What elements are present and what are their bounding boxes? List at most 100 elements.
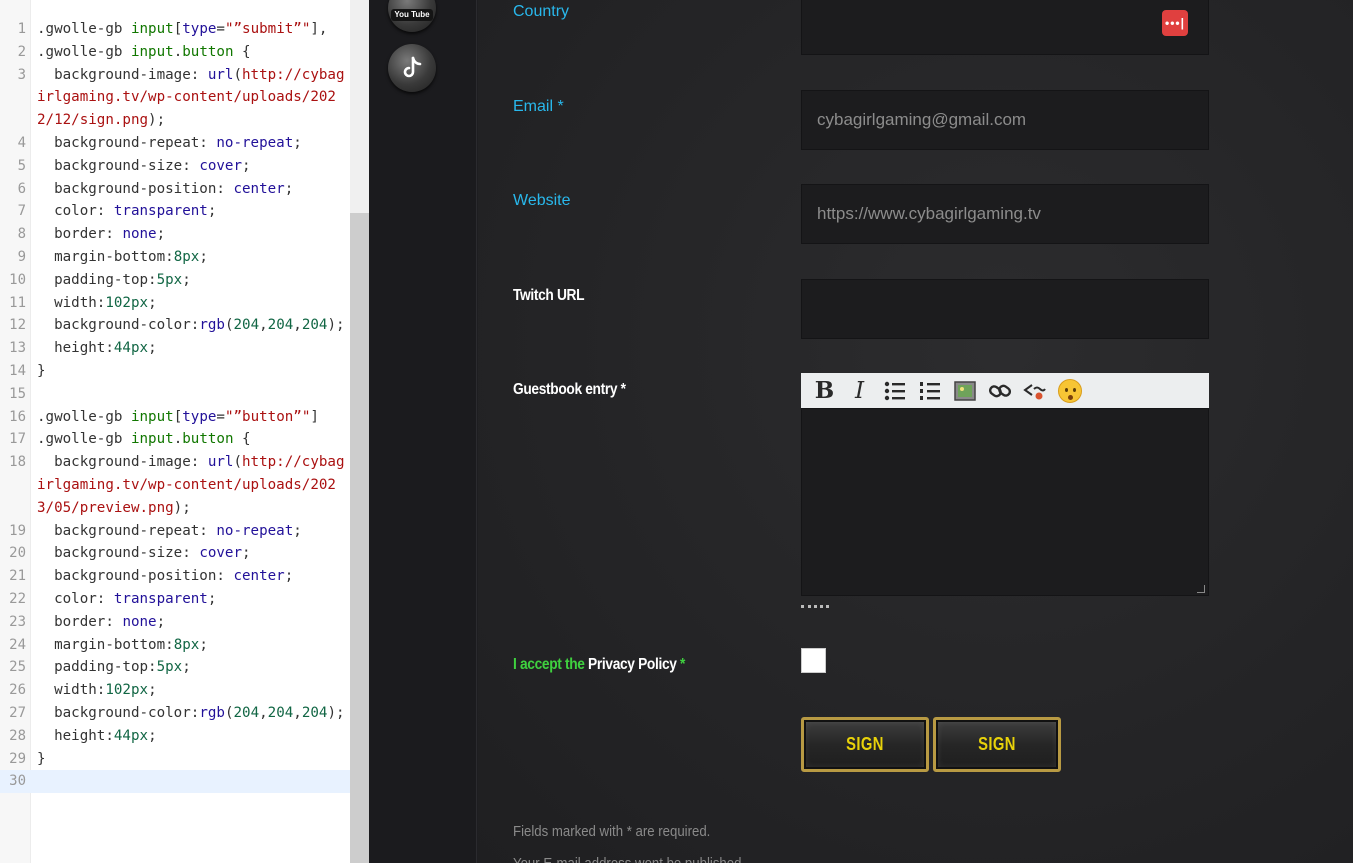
code-line[interactable]: 12 background-color:rgb(204,204,204); (0, 314, 350, 337)
sign-preview-label: SIGN (978, 734, 1016, 754)
bullet-list-icon (884, 381, 905, 400)
sign-preview-button[interactable]: SIGN (933, 717, 1061, 772)
email-privacy-note: Your E-mail address wont be published. (513, 855, 745, 863)
code-line[interactable]: 3 background-image: url(http://cybagirlg… (0, 64, 350, 132)
format-toggle-link[interactable] (801, 605, 829, 611)
line-number: 29 (9, 750, 26, 767)
privacy-label: I accept the Privacy Policy * (513, 656, 685, 674)
code-line[interactable]: 21 background-position: center; (0, 565, 350, 588)
twitch-url-field[interactable] (801, 279, 1209, 339)
line-number: 9 (17, 248, 26, 265)
line-number: 19 (9, 522, 26, 539)
line-number: 3 (17, 66, 26, 83)
image-button[interactable] (947, 373, 982, 408)
password-manager-badge-icon[interactable]: •••| (1162, 10, 1188, 36)
code-line[interactable]: 10 padding-top:5px; (0, 269, 350, 292)
code-line[interactable]: 14} (0, 360, 350, 383)
line-number: 24 (9, 636, 26, 653)
code-line[interactable]: 7 color: transparent; (0, 200, 350, 223)
numbered-list-icon (919, 381, 940, 400)
code-line[interactable]: 11 width:102px; (0, 292, 350, 315)
social-sidebar: You Tube (369, 0, 477, 863)
code-text: width:102px; (37, 682, 157, 699)
code-text: border: none; (37, 226, 166, 243)
code-line[interactable]: 9 margin-bottom:8px; (0, 246, 350, 269)
editor-scrollbar[interactable] (350, 0, 369, 863)
code-text: padding-top:5px; (37, 659, 191, 676)
tiktok-icon[interactable] (388, 44, 436, 92)
code-area[interactable]: 1 .gwolle-gb input[type="”submit”"], 2 .gwo… (0, 18, 350, 794)
code-line[interactable]: 28 height:44px; (0, 725, 350, 748)
code-line[interactable]: 30​ (0, 770, 350, 794)
numbered-list-button[interactable] (912, 373, 947, 408)
bullet-list-button[interactable] (877, 373, 912, 408)
privacy-required-star: * (676, 656, 686, 673)
code-text: background-color:rgb(204,204,204); (37, 704, 345, 721)
editor-toolbar: B I (801, 373, 1209, 408)
code-text: .gwolle-gb input[type="”submit”"], (37, 21, 328, 37)
code-line[interactable]: 6 background-position: center; (0, 178, 350, 201)
code-line[interactable]: 19 background-repeat: no-repeat; (0, 520, 350, 543)
code-line[interactable]: 16 .gwolle-gb input[type="”button”"] (0, 406, 350, 429)
code-line[interactable]: 17 .gwolle-gb input.button { (0, 428, 350, 451)
bold-button[interactable]: B (807, 373, 842, 408)
code-line[interactable]: 18 background-image: url(http://cybagirl… (0, 451, 350, 519)
css-code-editor[interactable]: 1 .gwolle-gb input[type="”submit”"], 2 .gwo… (0, 0, 369, 863)
image-icon (953, 380, 976, 401)
country-label: Country (513, 3, 570, 20)
email-field[interactable]: cybagirlgaming@gmail.com (801, 90, 1209, 150)
country-field[interactable]: •••| (801, 0, 1209, 55)
line-number: 7 (17, 203, 26, 220)
line-number: 28 (9, 727, 26, 744)
youtube-icon[interactable]: You Tube (388, 0, 436, 32)
line-number: 21 (9, 568, 26, 585)
code-line[interactable]: 25 padding-top:5px; (0, 656, 350, 679)
line-number: 5 (17, 157, 26, 174)
code-line[interactable]: 15​ (0, 383, 350, 406)
guestbook-entry-textarea[interactable] (801, 408, 1209, 596)
line-number: 12 (9, 317, 26, 334)
line-number: 23 (9, 613, 26, 630)
privacy-policy-link[interactable]: Privacy Policy (588, 656, 677, 673)
code-line[interactable]: 2 .gwolle-gb input.button { (0, 41, 350, 64)
line-number: 16 (9, 408, 26, 425)
line-number: 6 (17, 180, 26, 197)
website-value: https://www.cybagirlgaming.tv (817, 204, 1041, 223)
sign-submit-label: SIGN (846, 734, 884, 754)
line-number: 20 (9, 545, 26, 562)
code-text: padding-top:5px; (37, 271, 191, 288)
link-button[interactable] (982, 373, 1017, 408)
code-icon (1022, 383, 1046, 399)
code-line[interactable]: 29} (0, 748, 350, 771)
code-button[interactable] (1017, 373, 1052, 408)
code-line[interactable]: 13 height:44px; (0, 337, 350, 360)
line-number: 25 (9, 659, 26, 676)
code-line[interactable]: 23 border: none; (0, 611, 350, 634)
code-line[interactable]: 20 background-size: cover; (0, 542, 350, 565)
code-line[interactable]: 1 .gwolle-gb input[type="”submit”"], (0, 18, 350, 41)
tiktok-glyph (403, 56, 422, 78)
emoji-button[interactable] (1052, 373, 1087, 408)
italic-button[interactable]: I (842, 373, 877, 408)
line-number: 17 (9, 431, 26, 448)
sign-submit-button[interactable]: SIGN (801, 717, 929, 772)
twitch-url-label: Twitch URL (513, 287, 585, 304)
guestbook-form: Country •••| Email * cybagirlgaming@gmai… (478, 0, 1353, 863)
editor-scroll-thumb[interactable] (350, 213, 369, 863)
required-fields-note: Fields marked with * are required. (513, 823, 711, 840)
code-line[interactable]: 26 width:102px; (0, 679, 350, 702)
code-line[interactable]: 24 margin-bottom:8px; (0, 634, 350, 657)
code-text: background-position: center; (37, 180, 294, 197)
code-line[interactable]: 8 border: none; (0, 223, 350, 246)
code-line[interactable]: 27 background-color:rgb(204,204,204); (0, 702, 350, 725)
website-field[interactable]: https://www.cybagirlgaming.tv (801, 184, 1209, 244)
code-line[interactable]: 4 background-repeat: no-repeat; (0, 132, 350, 155)
resize-handle-icon[interactable] (1197, 585, 1205, 593)
privacy-checkbox[interactable] (801, 648, 826, 673)
guestbook-entry-label: Guestbook entry * (513, 381, 626, 398)
code-line[interactable]: 5 background-size: cover; (0, 155, 350, 178)
line-number: 1 (17, 21, 26, 37)
emoji-icon (1057, 378, 1082, 403)
code-line[interactable]: 22 color: transparent; (0, 588, 350, 611)
line-number: 30 (9, 773, 26, 790)
